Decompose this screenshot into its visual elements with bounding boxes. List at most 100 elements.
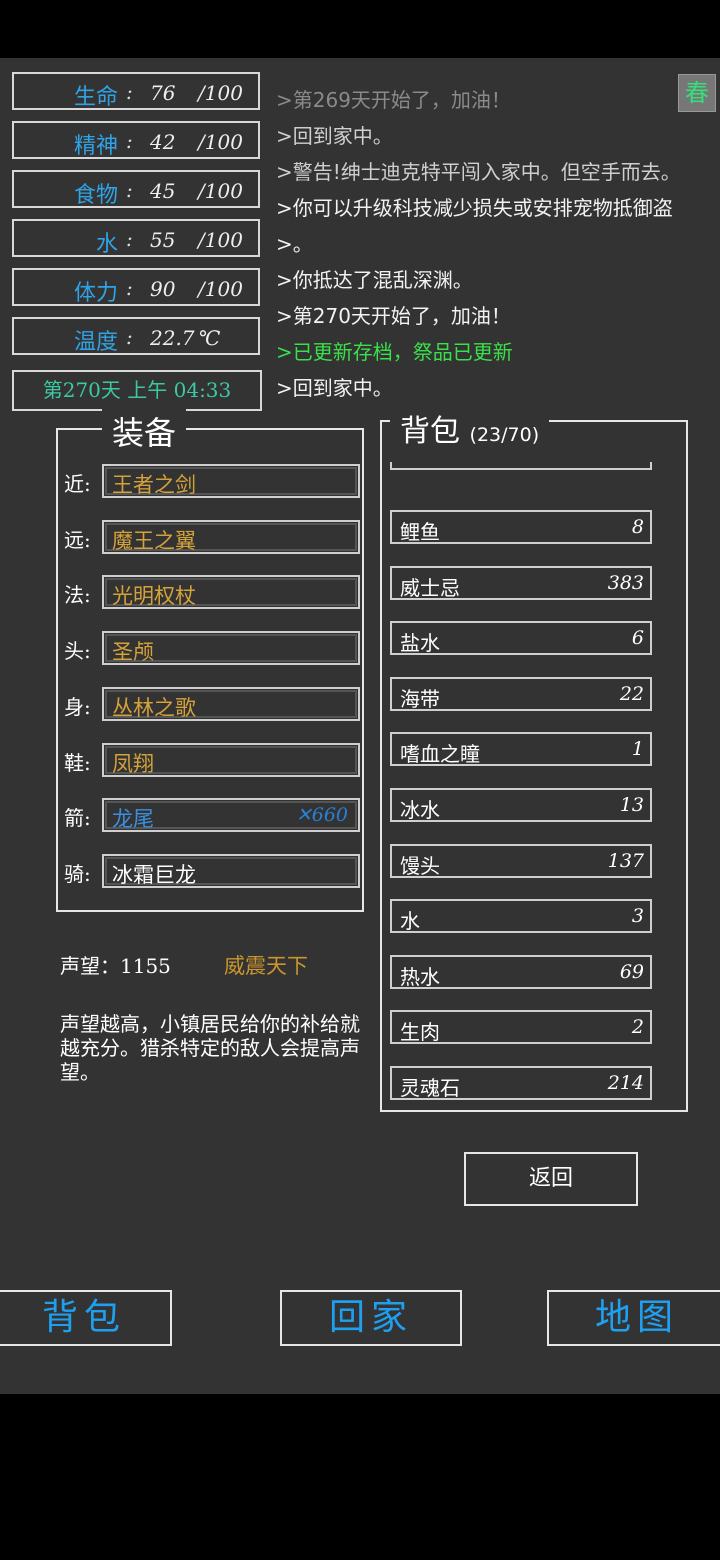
- slot-item-name: 凤翔: [112, 751, 154, 776]
- nav-home-button[interactable]: 回家: [280, 1290, 462, 1346]
- message-log: >第269天开始了，加油！ >回到家中。 >警告!绅士迪克特平闯入家中。但空手而去。…: [276, 82, 716, 406]
- game-screen: 生命:76/100 精神:42/100 食物:45/100 水:55/100 体力:90…: [0, 58, 720, 1394]
- nav-map-button[interactable]: 地图: [547, 1290, 720, 1346]
- bag-item[interactable]: 海带 22: [390, 676, 652, 711]
- stat-label: 生命: [73, 85, 118, 110]
- slot-box[interactable]: 凤翔: [102, 742, 360, 777]
- bag-item-name: 灵魂石: [400, 1076, 460, 1100]
- bag-title: 背包 (23/70): [390, 406, 550, 450]
- slot-item-name: 龙尾: [112, 807, 154, 832]
- bag-item-name: 热水: [400, 964, 440, 989]
- arrow-count: ✕660: [295, 804, 348, 827]
- stat-colon: :: [126, 276, 133, 300]
- bag-item-qty: 69: [619, 960, 644, 983]
- bag-item[interactable]: 冰水 13: [390, 788, 652, 822]
- nav-bag-button[interactable]: 背包: [0, 1290, 172, 1346]
- bag-item-qty: 137: [607, 849, 644, 872]
- slot-box[interactable]: 圣颅: [102, 631, 360, 666]
- fame-value: 声望：1155: [60, 954, 171, 978]
- stat-max: /100: [198, 277, 243, 301]
- slot-box[interactable]: 魔王之翼: [102, 519, 360, 554]
- slot-key: 头:: [64, 639, 91, 664]
- stat-max: /100: [198, 130, 243, 154]
- equipment-panel: 装备 近: 王者之剑 远: 魔王之翼 法: 光明权杖 头: 圣颅 身: 丛林之歌 鞋: 凤翔 箭: 龙尾 ✕…: [56, 408, 364, 912]
- stat-value: 45: [150, 179, 176, 203]
- slot-box[interactable]: 冰霜巨龙: [102, 853, 360, 888]
- stat-value: 42: [150, 130, 176, 154]
- bag-item-name: 盐水: [400, 631, 440, 656]
- equipment-slot[interactable]: 近: 王者之剑: [64, 464, 360, 500]
- stat-label: 精神: [73, 134, 118, 159]
- log-line: >警告!绅士迪克特平闯入家中。但空手而去。: [276, 160, 681, 184]
- slot-item-name: 光明权杖: [112, 584, 196, 609]
- equipment-slot[interactable]: 远: 魔王之翼: [64, 519, 360, 556]
- equipment-slot[interactable]: 骑: 冰霜巨龙: [64, 853, 360, 890]
- back-button[interactable]: 返回: [464, 1152, 638, 1206]
- log-line: >你抵达了混乱深渊。: [276, 268, 473, 292]
- equipment-slot[interactable]: 箭: 龙尾 ✕660: [64, 798, 360, 834]
- stat-value: 55: [150, 228, 176, 252]
- slot-box[interactable]: 王者之剑: [102, 464, 360, 498]
- bag-item[interactable]: 灵魂石 214: [390, 1066, 652, 1100]
- bag-item-partial: [390, 462, 652, 470]
- season-indicator[interactable]: 春: [678, 74, 716, 112]
- stat-label: 体力: [73, 281, 118, 306]
- bag-item-qty: 1: [631, 738, 644, 761]
- bag-item[interactable]: 馒头 137: [390, 843, 652, 878]
- slot-item-name: 王者之剑: [112, 473, 196, 497]
- bag-item[interactable]: 嗜血之瞳 1: [390, 732, 652, 767]
- bag-title-label: 背包: [400, 414, 460, 449]
- slot-item-name: 丛林之歌: [112, 695, 196, 720]
- bag-item-qty: 8: [631, 516, 644, 538]
- equipment-slot[interactable]: 法: 光明权杖: [64, 575, 360, 611]
- bag-item-qty: 383: [607, 571, 644, 594]
- stat-colon: :: [126, 325, 133, 349]
- stat-colon: :: [126, 178, 133, 202]
- stat-label: 温度: [73, 330, 118, 355]
- bag-panel: 背包 (23/70) 鲤鱼 8 威士忌 383 盐水 6 海带 22 嗜血之瞳 1 冰水 13 馒头 13…: [380, 406, 688, 1112]
- stat-colon: :: [126, 129, 133, 153]
- bag-item-name: 鲤鱼: [400, 520, 440, 544]
- stat-max: /100: [198, 81, 243, 105]
- equipment-slot[interactable]: 鞋: 凤翔: [64, 742, 360, 779]
- bag-item[interactable]: 水3: [390, 899, 652, 934]
- stat-colon: :: [126, 227, 133, 251]
- bag-item-list[interactable]: 鲤鱼 8 威士忌 383 盐水 6 海带 22 嗜血之瞳 1 冰水 13 馒头 137 水 3 热水 69 生肉 2 灵…: [390, 462, 652, 1102]
- equipment-slot[interactable]: 身: 丛林之歌: [64, 686, 360, 723]
- bag-item-name: 馒头: [400, 853, 440, 878]
- stat-max: ℃: [198, 326, 221, 350]
- stat-row: 温度:22.7 ℃: [12, 317, 260, 355]
- slot-box[interactable]: 龙尾 ✕660: [102, 798, 360, 833]
- bag-item-name: 生肉: [400, 1020, 440, 1045]
- bag-item-qty: 22: [619, 682, 644, 705]
- bag-item[interactable]: 鲤鱼 8: [390, 510, 652, 544]
- stat-value: 90: [150, 277, 176, 301]
- fame-description: 声望越高，小镇居民给你的补给就越充分。猎杀特定的敌人会提高声望。: [60, 1012, 360, 1084]
- equipment-slot[interactable]: 头: 圣颅: [64, 631, 360, 667]
- bag-item-name: 嗜血之瞳: [400, 742, 480, 767]
- stat-row: 生命:76/100: [12, 72, 260, 110]
- log-line: >第269天开始了，加油！: [276, 88, 511, 112]
- slot-box[interactable]: 丛林之歌: [102, 686, 360, 721]
- date-time-display: 第270天 上午 04:33: [12, 370, 262, 411]
- bag-item[interactable]: 盐水 6: [390, 621, 652, 656]
- bag-item-name: 威士忌: [400, 575, 460, 600]
- bag-capacity: (23/70): [469, 424, 540, 446]
- stat-value: 76: [150, 81, 176, 105]
- stat-row: 精神:42/100: [12, 121, 260, 159]
- slot-item-name: 魔王之翼: [112, 528, 196, 553]
- bag-item-qty: 3: [631, 905, 644, 928]
- slot-key: 近:: [64, 472, 91, 496]
- bag-item-qty: 13: [619, 794, 644, 816]
- slot-key: 鞋:: [64, 750, 91, 775]
- bag-item-qty: 2: [631, 1016, 644, 1039]
- slot-key: 身:: [64, 694, 91, 719]
- bag-item[interactable]: 威士忌 383: [390, 565, 652, 600]
- stat-row: 食物:45/100: [12, 170, 260, 208]
- bag-item[interactable]: 热水 69: [390, 954, 652, 989]
- bag-item[interactable]: 生肉 2: [390, 1010, 652, 1045]
- stat-max: /100: [198, 228, 243, 252]
- slot-item-name: 圣颅: [112, 640, 154, 665]
- log-line: >回到家中。: [276, 376, 393, 400]
- slot-box[interactable]: 光明权杖: [102, 575, 360, 610]
